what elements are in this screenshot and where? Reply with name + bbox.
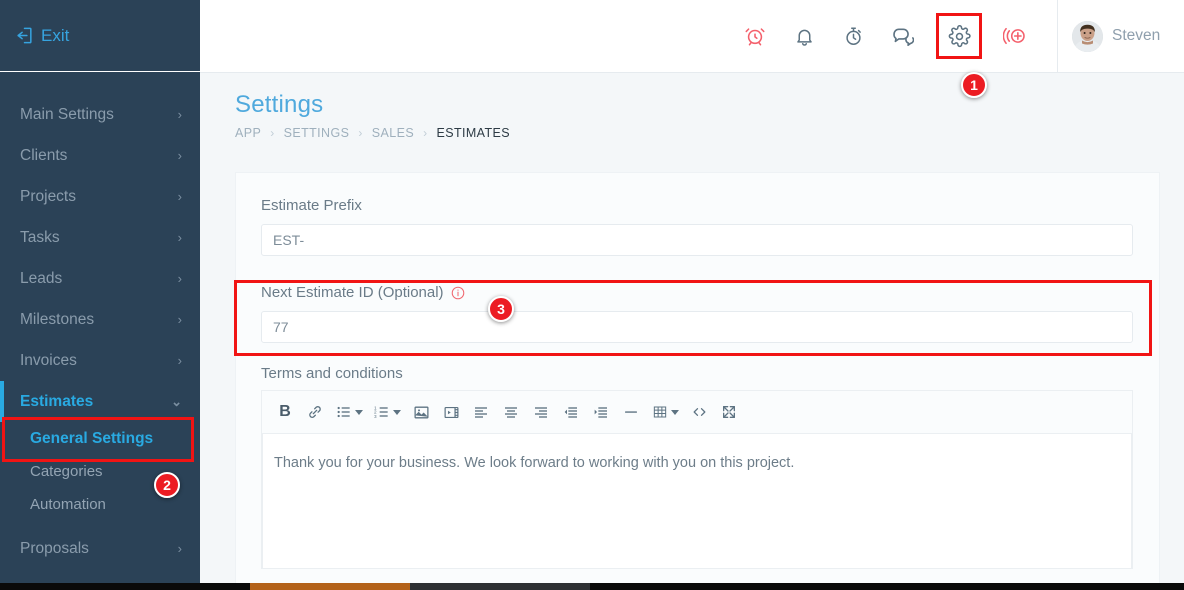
image-icon[interactable] (406, 400, 436, 424)
chevron-down-icon (671, 410, 679, 415)
sidebar-item-label: Leads (20, 270, 62, 288)
editor-toolbar: B (262, 391, 1132, 434)
sidebar-header: Exit (0, 0, 200, 72)
chevron-right-icon: › (178, 190, 182, 203)
sidebar-item-invoices[interactable]: Invoices › (0, 340, 200, 381)
exit-label: Exit (41, 26, 69, 46)
chevron-right-icon: › (178, 149, 182, 162)
indent-icon[interactable] (586, 400, 616, 424)
sidebar-item-milestones[interactable]: Milestones › (0, 299, 200, 340)
sidebar-item-main-settings[interactable]: Main Settings › (0, 94, 200, 135)
stopwatch-icon[interactable] (838, 21, 868, 51)
horizontal-rule-icon[interactable] (616, 400, 646, 424)
terms-label: Terms and conditions (261, 365, 1134, 382)
avatar (1072, 21, 1103, 52)
field-next-estimate-id: Next Estimate ID (Optional) (236, 256, 1159, 343)
chevron-right-icon: › (423, 126, 427, 140)
chevron-right-icon: › (178, 313, 182, 326)
breadcrumb: APP › SETTINGS › SALES › ESTIMATES (200, 119, 1184, 140)
bold-icon[interactable]: B (270, 400, 300, 424)
annotation-badge-1: 1 (961, 72, 987, 98)
chevron-right-icon: › (178, 272, 182, 285)
sidebar-item-tasks[interactable]: Tasks › (0, 217, 200, 258)
next-estimate-id-input[interactable] (261, 311, 1133, 343)
align-left-icon[interactable] (466, 400, 496, 424)
sidebar-item-label: Clients (20, 147, 67, 165)
field-terms-and-conditions: Terms and conditions B (236, 343, 1159, 569)
gear-icon[interactable] (936, 13, 982, 59)
sidebar-item-label: Tasks (20, 229, 60, 247)
info-circle-icon[interactable] (451, 286, 465, 300)
align-right-icon[interactable] (526, 400, 556, 424)
video-icon[interactable] (436, 400, 466, 424)
sidebar-item-clients[interactable]: Clients › (0, 135, 200, 176)
annotation-badge-3: 3 (488, 296, 514, 322)
chevron-right-icon: › (178, 231, 182, 244)
sidebar-item-label: Proposals (20, 540, 89, 558)
chevron-right-icon: › (270, 126, 274, 140)
chat-bubbles-icon[interactable] (887, 21, 917, 51)
main-content: Settings APP › SETTINGS › SALES › ESTIMA… (200, 73, 1184, 583)
field-estimate-prefix: Estimate Prefix (236, 173, 1159, 256)
alarm-clock-icon[interactable] (740, 21, 770, 51)
breadcrumb-item-settings[interactable]: SETTINGS (284, 126, 350, 140)
sidebar-item-label: Invoices (20, 352, 77, 370)
sidebar-item-proposals[interactable]: Proposals › (0, 528, 200, 569)
breadcrumb-item-app[interactable]: APP (235, 126, 261, 140)
outdent-icon[interactable] (556, 400, 586, 424)
ordered-list-icon[interactable]: 1 2 3 (368, 400, 406, 424)
breadcrumb-item-estimates: ESTIMATES (436, 126, 510, 140)
os-taskbar[interactable] (0, 583, 1184, 590)
chevron-right-icon: › (178, 354, 182, 367)
sidebar-item-leads[interactable]: Leads › (0, 258, 200, 299)
chevron-right-icon: › (178, 542, 182, 555)
page-title: Settings (200, 73, 1184, 119)
align-center-icon[interactable] (496, 400, 526, 424)
topbar: Steven (200, 0, 1184, 73)
chevron-down-icon (393, 410, 401, 415)
exit-icon (15, 26, 34, 45)
chevron-down-icon: ⌄ (171, 395, 182, 408)
sidebar-item-projects[interactable]: Projects › (0, 176, 200, 217)
bell-icon[interactable] (789, 21, 819, 51)
user-name: Steven (1112, 27, 1160, 45)
next-estimate-id-label-text: Next Estimate ID (Optional) (261, 284, 444, 301)
settings-card: Estimate Prefix Next Estimate ID (Option… (235, 172, 1160, 583)
rich-text-editor: B (261, 390, 1133, 569)
code-icon[interactable] (684, 400, 714, 424)
breadcrumb-item-sales[interactable]: SALES (372, 126, 414, 140)
chevron-right-icon: › (178, 108, 182, 121)
next-estimate-id-label: Next Estimate ID (Optional) (261, 284, 1134, 301)
sidebar-subitem-label: Categories (30, 463, 103, 480)
annotation-badge-2: 2 (154, 472, 180, 498)
sidebar-item-label: Projects (20, 188, 76, 206)
terms-editor-body[interactable]: Thank you for your business. We look for… (262, 434, 1132, 569)
sidebar-item-label: Estimates (20, 393, 93, 411)
sidebar-subitem-label: Automation (30, 496, 106, 513)
sidebar-item-label: Main Settings (20, 106, 114, 124)
taskbar-window-1[interactable] (250, 583, 410, 590)
estimate-prefix-label: Estimate Prefix (261, 197, 1134, 214)
estimate-prefix-input[interactable] (261, 224, 1133, 256)
svg-text:3: 3 (374, 414, 377, 419)
bold-glyph: B (279, 403, 291, 421)
chevron-right-icon: › (358, 126, 362, 140)
unordered-list-icon[interactable] (330, 400, 368, 424)
link-icon[interactable] (300, 400, 330, 424)
sidebar-item-label: Milestones (20, 311, 94, 329)
taskbar-window-2[interactable] (410, 583, 590, 590)
topbar-icon-row (740, 13, 1057, 59)
table-icon[interactable] (646, 400, 684, 424)
add-circle-icon[interactable] (1001, 21, 1031, 51)
sidebar-subitem-label: General Settings (30, 430, 153, 448)
user-menu[interactable]: Steven (1057, 0, 1184, 73)
sidebar-item-estimates[interactable]: Estimates ⌄ (0, 381, 200, 422)
sidebar-item-general-settings[interactable]: General Settings (0, 422, 200, 455)
fullscreen-icon[interactable] (714, 400, 744, 424)
app-root: Exit Main Settings › Clients › Projects … (0, 0, 1184, 590)
chevron-down-icon (355, 410, 363, 415)
exit-button[interactable]: Exit (15, 26, 69, 46)
